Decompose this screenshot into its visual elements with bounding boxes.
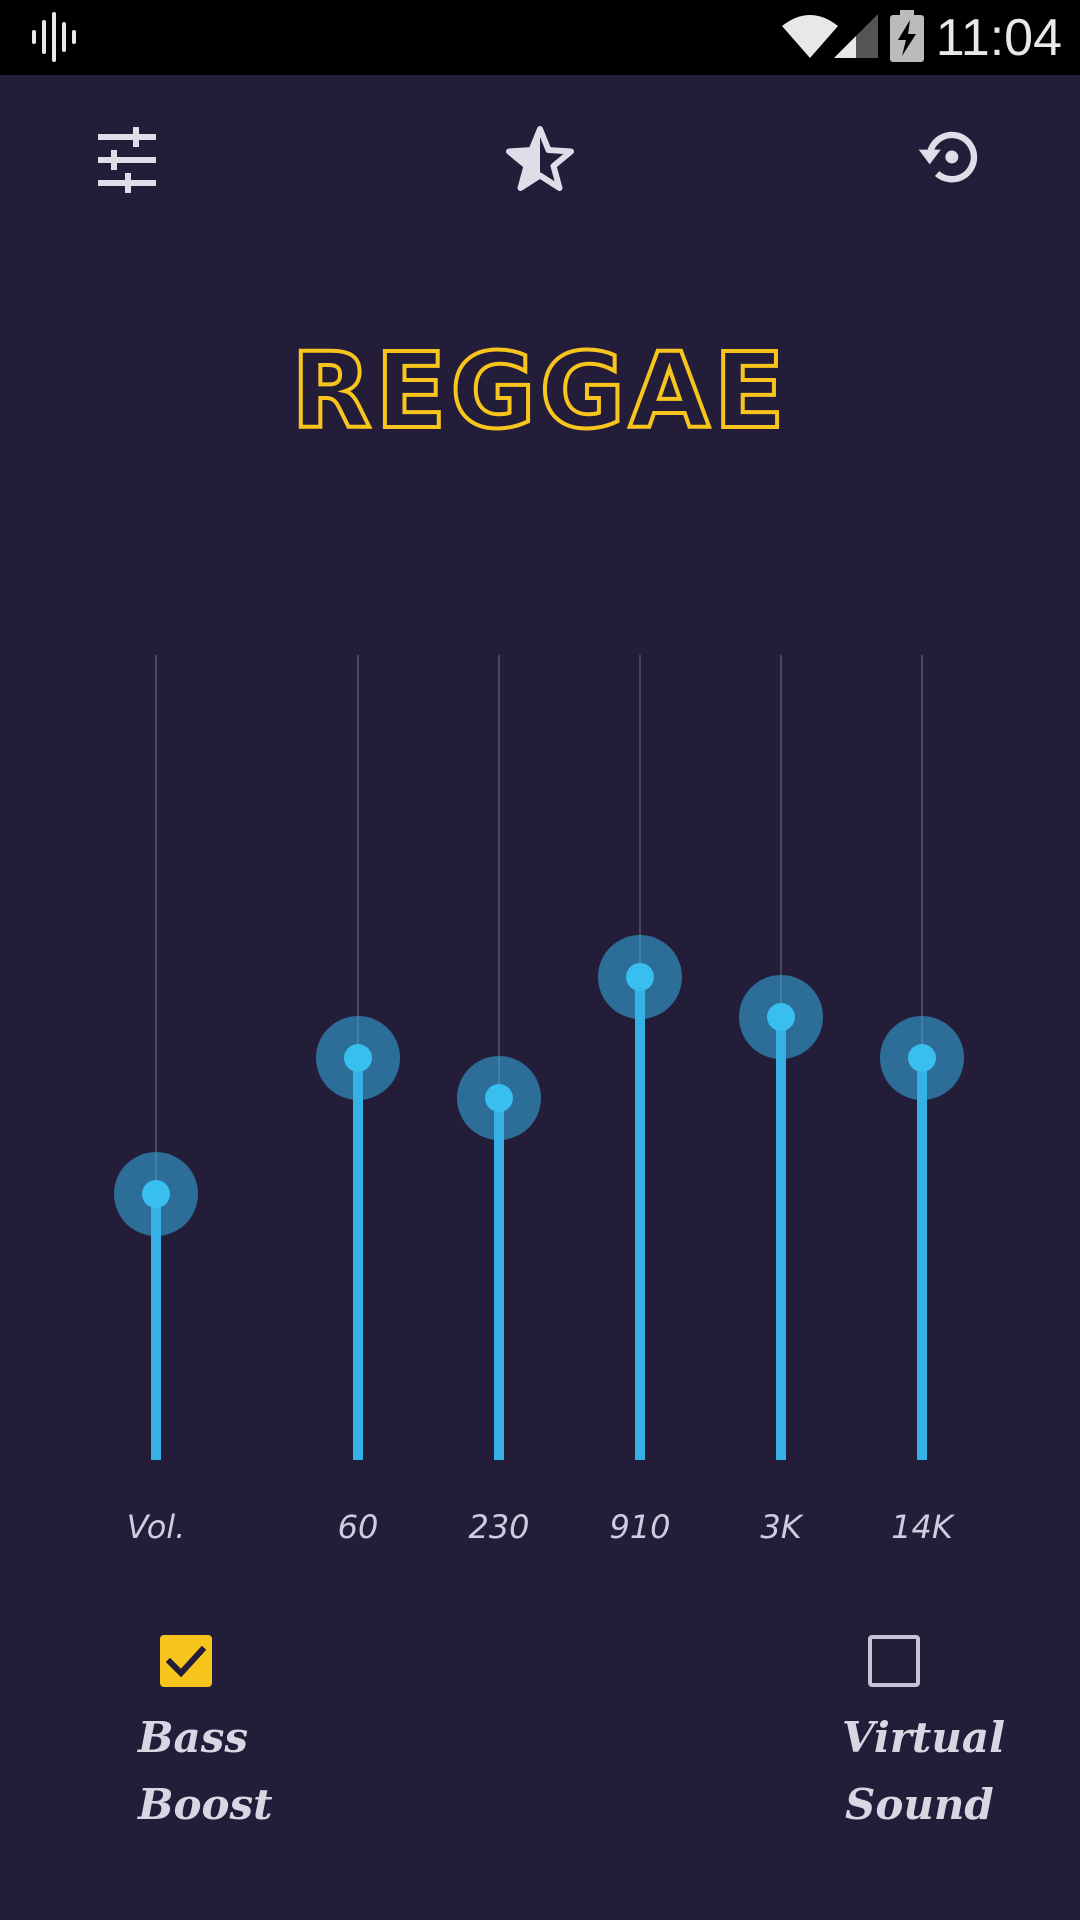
virtual-sound-label-line2[interactable]: Sound [845, 1772, 994, 1838]
slider-fill [635, 977, 645, 1460]
band-label-60: 60 [337, 1508, 379, 1546]
slider-fill [353, 1057, 363, 1460]
band-slider-vol[interactable] [114, 655, 198, 1460]
band-slider-910[interactable] [598, 655, 682, 1460]
slider-thumb[interactable] [626, 963, 654, 991]
slider-thumb[interactable] [344, 1043, 372, 1072]
band-label-3k: 3K [760, 1508, 802, 1546]
equalizer [0, 0, 1080, 1920]
slider-fill [776, 1017, 786, 1460]
band-slider-14k[interactable] [880, 655, 964, 1460]
star-icon[interactable] [505, 125, 575, 195]
bass-boost-label-line1[interactable]: Bass [138, 1705, 248, 1771]
bass-boost-checkbox[interactable] [160, 1635, 212, 1687]
band-slider-230[interactable] [457, 655, 541, 1460]
band-label-14k: 14K [891, 1508, 953, 1546]
status-bar: 11:04 [0, 0, 1080, 75]
band-slider-3k[interactable] [739, 655, 823, 1460]
preset-title: REGGAE [289, 328, 789, 454]
slider-fill [494, 1097, 504, 1460]
sliders-icon[interactable] [92, 125, 162, 195]
virtual-sound-checkbox[interactable] [868, 1635, 920, 1687]
band-label-230: 230 [468, 1508, 530, 1546]
slider-thumb[interactable] [908, 1043, 936, 1072]
battery-charging-icon [890, 10, 924, 62]
band-slider-60[interactable] [316, 655, 400, 1460]
bass-boost-label-line2[interactable]: Boost [138, 1772, 273, 1838]
slider-thumb[interactable] [485, 1083, 513, 1112]
band-label-vol: Vol. [126, 1508, 186, 1546]
waveform-icon [32, 12, 76, 62]
checkmark-icon [165, 1645, 207, 1678]
band-label-910: 910 [609, 1508, 671, 1546]
restore-icon[interactable] [915, 122, 985, 192]
cell-signal-icon [834, 14, 878, 58]
slider-fill [917, 1057, 927, 1460]
virtual-sound-label-line1[interactable]: Virtual [842, 1705, 1005, 1771]
status-clock: 11:04 [935, 9, 1062, 67]
wifi-icon [782, 15, 838, 58]
